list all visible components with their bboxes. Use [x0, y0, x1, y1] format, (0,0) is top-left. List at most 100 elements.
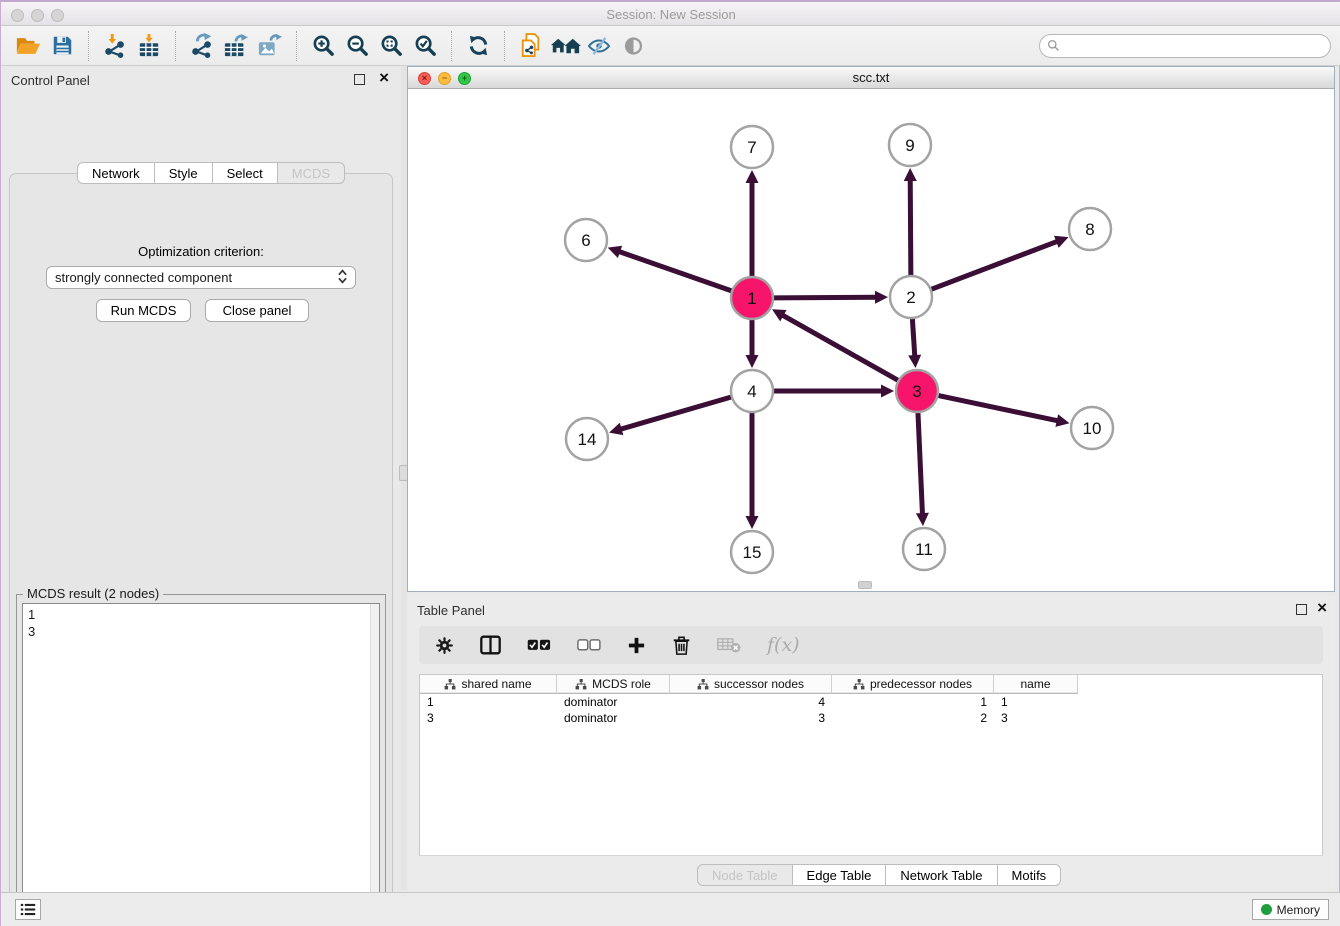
cell-mcds-role[interactable]: dominator [557, 710, 670, 726]
task-history-button[interactable] [15, 899, 41, 920]
edge-arrowhead-2-3 [908, 355, 921, 368]
memory-label: Memory [1277, 903, 1320, 917]
tab-select[interactable]: Select [213, 162, 278, 184]
tab-network-table[interactable]: Network Table [886, 864, 997, 886]
graph-node-label-10: 10 [1083, 419, 1102, 438]
cell-mcds-role[interactable]: dominator [557, 694, 670, 710]
cell-name[interactable]: 1 [994, 694, 1078, 710]
import-network-file-icon[interactable] [98, 30, 132, 62]
show-eye-icon[interactable] [616, 30, 650, 62]
network-window-titlebar[interactable]: × − + scc.txt [408, 67, 1334, 89]
table-panel: Table Panel × [407, 596, 1335, 890]
table-row[interactable]: 1 dominator 4 1 1 [420, 694, 1322, 710]
delete-rows-icon[interactable] [672, 635, 691, 656]
network-view-window: × − + scc.txt 7968124314101511 [407, 66, 1335, 592]
close-panel-button[interactable]: Close panel [205, 299, 309, 322]
edge-2-9[interactable] [910, 178, 911, 275]
tab-motifs[interactable]: Motifs [998, 864, 1062, 886]
column-header-mcds-role[interactable]: MCDS role [557, 675, 670, 694]
close-panel-icon[interactable]: × [379, 69, 389, 86]
column-header-shared-name[interactable]: shared name [420, 675, 557, 694]
function-builder-icon[interactable]: f(x) [767, 634, 800, 656]
graph-node-label-9: 9 [905, 136, 914, 155]
add-row-icon[interactable] [627, 636, 646, 655]
table-panel-header: Table Panel × [407, 596, 1335, 624]
tab-node-table[interactable]: Node Table [697, 864, 793, 886]
result-scrollbar[interactable] [370, 604, 379, 926]
clone-network-icon[interactable] [514, 30, 548, 62]
column-header-predecessor-nodes[interactable]: predecessor nodes [832, 675, 994, 694]
cell-predecessor-nodes[interactable]: 2 [832, 710, 994, 726]
select-all-checkboxes-icon[interactable] [527, 639, 551, 651]
control-panel: Control Panel × Optimization criterion: … [1, 66, 401, 890]
export-image-icon[interactable] [253, 30, 287, 62]
cell-name[interactable]: 3 [994, 710, 1078, 726]
edge-2-3[interactable] [912, 319, 914, 358]
cell-shared-name[interactable]: 1 [420, 694, 557, 710]
clear-table-icon[interactable] [717, 637, 741, 653]
column-header-name[interactable]: name [994, 675, 1078, 694]
column-header-successor-nodes[interactable]: successor nodes [670, 675, 832, 694]
network-window-title: scc.txt [408, 70, 1334, 85]
import-table-file-icon[interactable] [132, 30, 166, 62]
toolbar-separator [175, 31, 176, 61]
edge-3-10[interactable] [939, 396, 1060, 422]
deselect-all-checkboxes-icon[interactable] [577, 639, 601, 651]
graph-node-label-11: 11 [915, 540, 933, 559]
cell-shared-name[interactable]: 3 [420, 710, 557, 726]
node-table-header: shared name MCDS role successor nodes pr… [420, 675, 1322, 694]
graph-node-label-8: 8 [1085, 220, 1094, 239]
tab-style[interactable]: Style [155, 162, 213, 184]
cell-predecessor-nodes[interactable]: 1 [832, 694, 994, 710]
edge-arrowhead-1-2 [875, 291, 888, 304]
edge-2-8[interactable] [932, 241, 1060, 289]
export-network-icon[interactable] [185, 30, 219, 62]
zoom-in-icon[interactable] [306, 30, 340, 62]
export-table-icon[interactable] [219, 30, 253, 62]
hide-eye-icon[interactable] [582, 30, 616, 62]
zoom-selected-icon[interactable] [408, 30, 442, 62]
search-icon [1047, 39, 1060, 55]
settings-gear-icon[interactable] [435, 636, 454, 655]
tab-mcds[interactable]: MCDS [278, 162, 345, 184]
edge-1-2[interactable] [774, 297, 878, 298]
open-session-icon[interactable] [11, 30, 45, 62]
memory-button[interactable]: Memory [1252, 899, 1329, 920]
refresh-layout-icon[interactable] [461, 30, 495, 62]
save-session-icon[interactable] [45, 30, 79, 62]
cell-successor-nodes[interactable]: 4 [670, 694, 832, 710]
mcds-result-text[interactable]: 1 3 [22, 603, 380, 926]
toolbar-separator [451, 31, 452, 61]
select-stepper-icon [338, 269, 347, 287]
edge-1-6[interactable] [617, 251, 731, 291]
edge-arrowhead-4-15 [746, 516, 759, 529]
float-panel-icon[interactable] [354, 74, 365, 85]
graph-node-label-4: 4 [747, 382, 756, 401]
optimization-criterion-select[interactable]: strongly connected component [46, 266, 356, 289]
split-panel-icon[interactable] [480, 635, 501, 655]
table-panel-title: Table Panel [417, 603, 485, 618]
network-canvas-svg[interactable]: 7968124314101511 [408, 89, 1334, 591]
graph-node-label-1: 1 [747, 289, 756, 308]
run-mcds-button[interactable]: Run MCDS [96, 299, 191, 322]
edge-arrowhead-4-3 [881, 385, 894, 398]
edge-4-14[interactable] [619, 397, 731, 430]
table-row[interactable]: 3 dominator 3 2 3 [420, 710, 1322, 726]
tab-edge-table[interactable]: Edge Table [793, 864, 887, 886]
edge-3-1[interactable] [781, 314, 898, 380]
close-table-panel-icon[interactable]: × [1317, 599, 1327, 616]
network-overview-icon[interactable] [548, 30, 582, 62]
cell-successor-nodes[interactable]: 3 [670, 710, 832, 726]
float-table-panel-icon[interactable] [1296, 604, 1307, 615]
edge-arrowhead-2-9 [904, 168, 917, 181]
network-splitter-grip[interactable] [858, 581, 872, 589]
tab-network[interactable]: Network [77, 162, 155, 184]
graph-node-label-7: 7 [747, 138, 756, 157]
edge-3-11[interactable] [918, 413, 923, 516]
zoom-out-icon[interactable] [340, 30, 374, 62]
window-titlebar: Session: New Session [1, 0, 1340, 26]
search-input[interactable] [1039, 34, 1331, 58]
zoom-fit-icon[interactable] [374, 30, 408, 62]
graph-node-label-3: 3 [912, 382, 921, 401]
window-title: Session: New Session [1, 7, 1340, 22]
